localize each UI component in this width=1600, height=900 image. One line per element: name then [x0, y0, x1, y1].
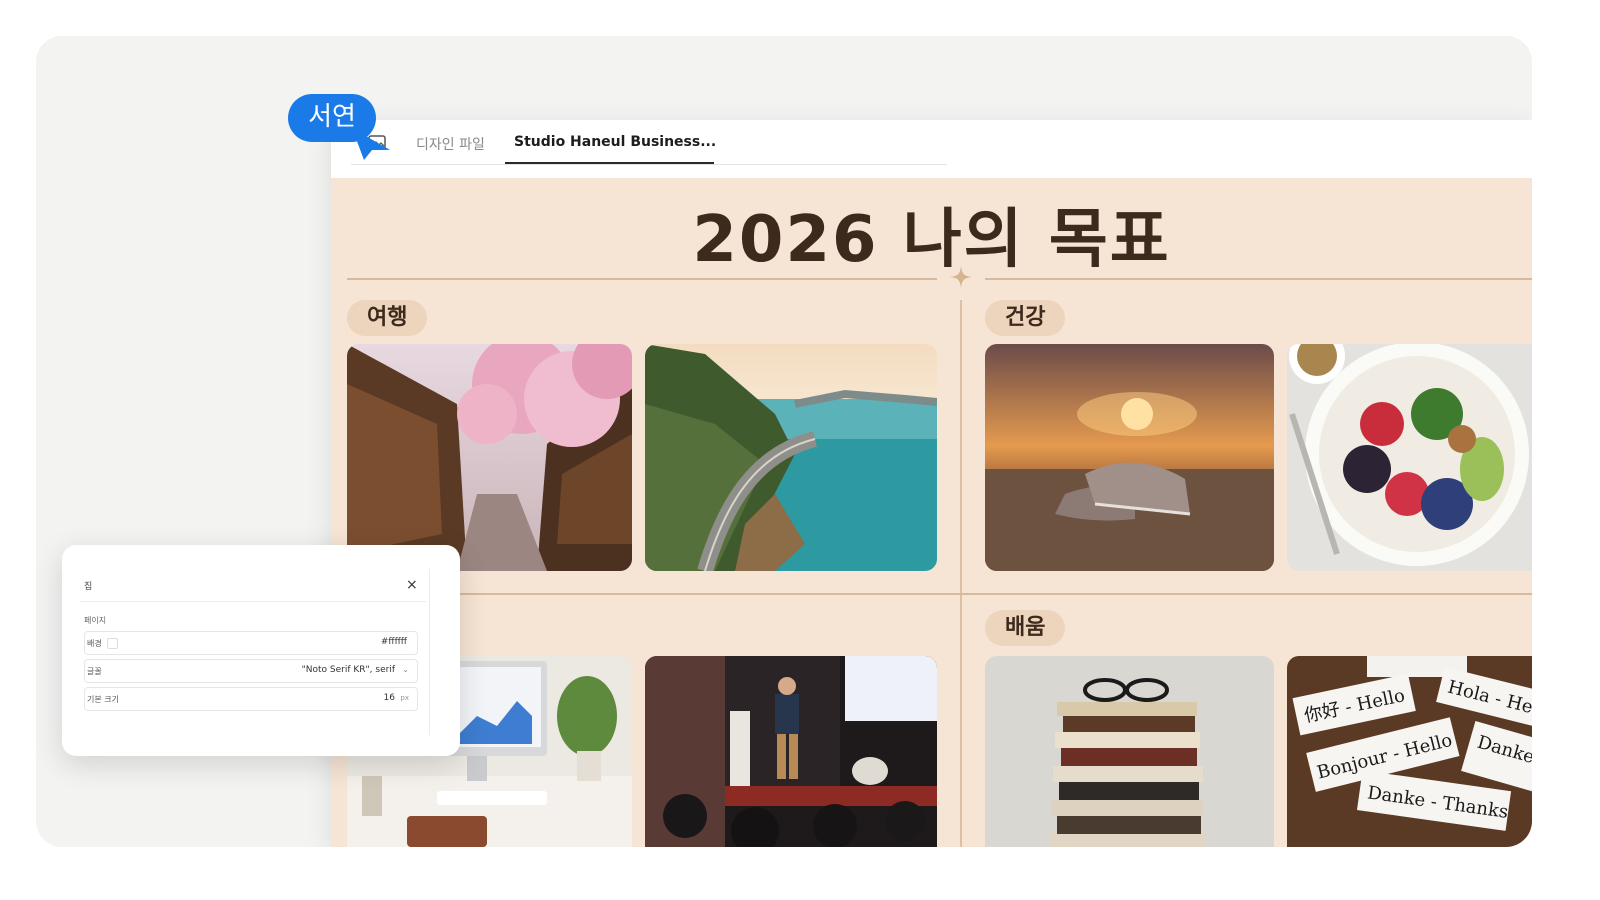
background-color-field[interactable]: 배경 #ffffff: [84, 631, 418, 655]
color-swatch[interactable]: [107, 638, 118, 649]
photo-conference-speaker[interactable]: [645, 656, 937, 847]
settings-panel-body: 집 × 페이지 배경 #ffffff 글꼴 "Noto Serif KR", s…: [80, 569, 430, 735]
photo-language-flashcards[interactable]: 你好 - Hello Hola - He Bonjour - Hello Dan…: [1287, 656, 1532, 847]
tab-studio-haneul[interactable]: Studio Haneul Business...: [514, 134, 716, 150]
tab-active-indicator: [505, 162, 714, 164]
tab-rail: [351, 164, 947, 165]
page-settings-panel: 집 × 페이지 배경 #ffffff 글꼴 "Noto Serif KR", s…: [62, 545, 460, 756]
base-size-field[interactable]: 기본 크기 16 px: [84, 687, 418, 711]
field-value[interactable]: "Noto Serif KR", serif: [302, 665, 395, 675]
photo-coastal-highway[interactable]: [645, 344, 937, 571]
section-divider-vertical: [960, 300, 962, 847]
section-label-learning[interactable]: 배움: [985, 610, 1066, 646]
title-divider-right: [985, 278, 1532, 280]
photo-healthy-bowl[interactable]: [1287, 344, 1532, 571]
field-label: 배경: [87, 639, 102, 648]
font-select[interactable]: 글꼴 "Noto Serif KR", serif ⌄: [84, 659, 418, 683]
editor-window: 디자인 파일 Studio Haneul Business... 2026 나의…: [331, 120, 1532, 847]
field-label: 글꼴: [87, 667, 102, 676]
photo-stack-of-books-glasses[interactable]: [985, 656, 1274, 847]
field-label: 기본 크기: [87, 695, 119, 704]
section-label-travel[interactable]: 여행: [347, 300, 428, 336]
tab-bar: 디자인 파일 Studio Haneul Business...: [331, 120, 1532, 178]
close-icon[interactable]: ×: [406, 577, 418, 593]
collaborator-name-badge: 서연: [288, 94, 376, 142]
panel-section-label: 페이지: [84, 616, 107, 625]
board-title[interactable]: 2026 나의 목표: [331, 188, 1532, 280]
sparkle-ornament-icon: [950, 266, 972, 288]
panel-title: 집: [84, 582, 93, 592]
chevron-down-icon[interactable]: ⌄: [402, 665, 409, 674]
field-value[interactable]: 16: [384, 693, 395, 703]
section-divider-horizontal: [347, 593, 1532, 595]
photo-cherry-blossom-street[interactable]: [347, 344, 632, 571]
unit-label: px: [400, 694, 409, 702]
tab-design-files[interactable]: 디자인 파일: [416, 134, 485, 154]
title-divider-left: [347, 278, 937, 280]
section-label-health[interactable]: 건강: [985, 300, 1066, 336]
field-value[interactable]: #ffffff: [381, 637, 407, 647]
vision-board-canvas[interactable]: 2026 나의 목표 여행 건강 배움 你好 - Hello Hola - He…: [331, 178, 1532, 847]
panel-divider: [80, 601, 426, 602]
photo-running-shoes-sunset[interactable]: [985, 344, 1274, 571]
